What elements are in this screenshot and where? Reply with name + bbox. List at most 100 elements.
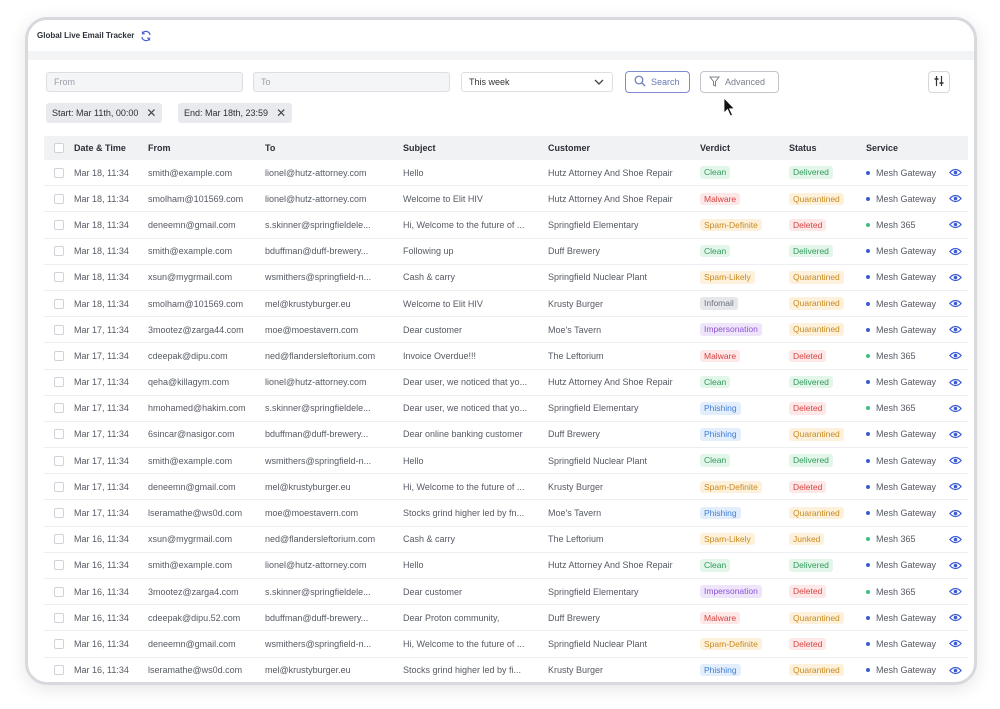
verdict-badge: Clean [700,166,731,179]
column-header-to[interactable]: To [265,136,393,160]
row-checkbox[interactable] [54,605,64,630]
row-customer: Springfield Elementary [548,403,639,414]
eye-icon[interactable] [949,396,963,421]
table-row[interactable]: Mar 16, 11:34 3mootez@zarga4.com s.skinn… [44,579,968,606]
column-header-customer[interactable]: Customer [548,136,696,160]
row-checkbox[interactable] [54,448,64,473]
eye-icon[interactable] [949,291,963,316]
eye-icon[interactable] [949,422,963,447]
row-checkbox[interactable] [54,658,64,682]
row-checkbox[interactable] [54,239,64,264]
row-checkbox[interactable] [54,631,64,656]
row-checkbox[interactable] [54,500,64,525]
eye-icon[interactable] [949,605,963,630]
sliders-icon [933,75,945,89]
status-badge: Quarantined [789,297,844,310]
row-date: Mar 16, 11:34 [74,586,129,597]
status-badge: Quarantined [789,611,844,625]
eye-icon[interactable] [949,631,963,656]
row-date: Mar 16, 11:34 [74,560,129,571]
chevron-down-icon [594,77,604,87]
eye-icon[interactable] [949,186,963,211]
period-select[interactable]: This week [461,72,613,92]
table-row[interactable]: Mar 16, 11:34 lseramathe@ws0d.com mel@kr… [44,658,968,682]
eye-icon[interactable] [949,265,963,290]
eye-icon[interactable] [949,500,963,525]
to-filter-input[interactable]: To [253,72,450,92]
table-row[interactable]: Mar 18, 11:34 smith@example.com bduffman… [44,239,968,265]
table-row[interactable]: Mar 16, 11:34 cdeepak@dipu.52.com bduffm… [44,605,968,632]
eye-icon[interactable] [949,448,963,473]
row-from: lseramathe@ws0d.com [148,508,243,519]
status-badge: Deleted [789,402,827,415]
table-row[interactable]: Mar 17, 11:34 deneemn@gmail.com mel@krus… [44,474,968,501]
row-checkbox[interactable] [54,474,64,499]
eye-icon[interactable] [949,527,963,552]
table-row[interactable]: Mar 17, 11:34 hmohamed@hakim.com s.skinn… [44,396,968,422]
column-header-status[interactable]: Status [789,136,861,160]
table-row[interactable]: Mar 18, 11:34 smith@example.com lionel@h… [44,160,968,187]
table-row[interactable]: Mar 17, 11:34 3mootez@zarga44.com moe@mo… [44,317,968,344]
eye-icon[interactable] [949,370,963,395]
eye-icon[interactable] [949,160,963,185]
service-dot [866,196,870,201]
column-header-subject[interactable]: Subject [403,136,541,160]
table-row[interactable]: Mar 16, 11:34 xsun@mygrmail.com ned@flan… [44,527,968,553]
table-row[interactable]: Mar 18, 11:34 smolham@101569.com lionel@… [44,186,968,213]
row-checkbox[interactable] [54,527,64,552]
row-subject: Dear online banking customer [403,429,523,440]
table-row[interactable]: Mar 17, 11:34 smith@example.com wsmither… [44,448,968,475]
eye-icon[interactable] [949,658,963,682]
row-checkbox[interactable] [54,265,64,290]
eye-icon[interactable] [949,553,963,578]
from-filter-input[interactable]: From [46,72,243,92]
column-header-service[interactable]: Service [866,136,954,160]
eye-icon[interactable] [949,239,963,264]
table-row[interactable]: Mar 16, 11:34 smith@example.com lionel@h… [44,553,968,579]
table-row[interactable]: Mar 17, 11:34 lseramathe@ws0d.com moe@mo… [44,500,968,527]
row-checkbox[interactable] [54,396,64,421]
end-date-chip-label: End: Mar 18th, 23:59 [184,108,269,118]
row-checkbox[interactable] [54,370,64,395]
row-date: Mar 16, 11:34 [74,638,129,649]
column-header-from[interactable]: From [148,136,260,160]
service-dot [866,484,870,489]
row-checkbox[interactable] [54,186,64,211]
row-to: s.skinner@springfieldele... [265,403,371,414]
eye-icon[interactable] [949,212,963,237]
row-service: Mesh Gateway [876,612,937,623]
table-row[interactable]: Mar 18, 11:34 deneemn@gmail.com s.skinne… [44,212,968,239]
column-header-verdict[interactable]: Verdict [700,136,785,160]
table-row[interactable]: Mar 18, 11:34 smolham@101569.com mel@kru… [44,291,968,318]
row-checkbox[interactable] [54,579,64,604]
eye-icon[interactable] [949,317,963,342]
table-row[interactable]: Mar 17, 11:34 6sincar@nasigor.com bduffm… [44,422,968,449]
eye-icon[interactable] [949,579,963,604]
row-customer: Hutz Attorney And Shoe Repair [548,377,673,388]
search-button[interactable]: Search [625,71,690,93]
column-settings-button[interactable] [928,71,950,93]
row-service: Mesh Gateway [876,246,937,257]
row-checkbox[interactable] [54,291,64,316]
row-checkbox[interactable] [54,343,64,368]
eye-icon[interactable] [949,474,963,499]
row-checkbox[interactable] [54,553,64,578]
table-row[interactable]: Mar 18, 11:34 xsun@mygrmail.com wsmither… [44,265,968,291]
column-header-date[interactable]: Date & Time [74,136,146,160]
select-all-checkbox[interactable] [54,136,64,160]
row-checkbox[interactable] [54,212,64,237]
table-row[interactable]: Mar 17, 11:34 cdeepak@dipu.com ned@fland… [44,343,968,370]
row-service: Mesh Gateway [876,272,937,283]
row-checkbox[interactable] [54,422,64,447]
table-row[interactable]: Mar 16, 11:34 deneemn@gmail.com wsmither… [44,631,968,658]
close-icon[interactable]: ✕ [146,107,156,119]
eye-icon[interactable] [949,343,963,368]
row-service: Mesh Gateway [876,665,937,676]
verdict-badge: Clean [700,559,731,572]
row-checkbox[interactable] [54,317,64,342]
close-icon[interactable]: ✕ [276,107,286,119]
refresh-icon[interactable] [140,30,152,42]
advanced-filter-button[interactable]: Advanced [700,71,779,93]
row-checkbox[interactable] [54,160,64,185]
table-row[interactable]: Mar 17, 11:34 qeha@killagym.com lionel@h… [44,370,968,396]
